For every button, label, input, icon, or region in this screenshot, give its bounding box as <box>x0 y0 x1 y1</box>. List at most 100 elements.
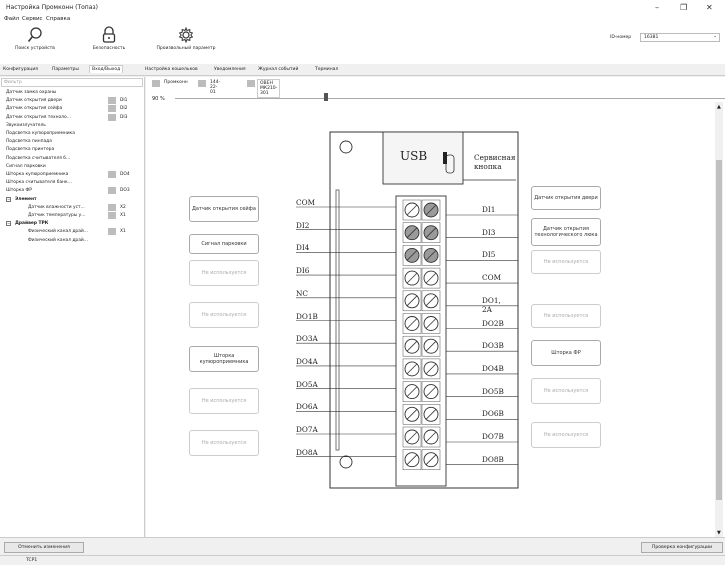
left-assignment-box[interactable]: Не используется <box>189 260 259 286</box>
left-panel: Фильтр Датчик замка охраны Датчик открыти… <box>0 77 145 537</box>
status-bar: TCP1 <box>0 555 725 565</box>
pin-label-right: DO2B <box>482 318 504 328</box>
tree-item[interactable]: Физический канал драй... <box>0 237 143 245</box>
left-assignment-box[interactable]: Не используется <box>189 430 259 456</box>
left-assignment-box[interactable]: Шторка купюроприемника <box>189 346 259 372</box>
id-number-label: ID-номер <box>610 35 632 40</box>
tree-item-label: Физический канал драй... <box>28 237 88 243</box>
right-assignment-box[interactable]: Не используется <box>531 250 601 274</box>
lock-icon <box>102 26 116 43</box>
tree-item[interactable]: Физический канал драй... X1 <box>0 228 143 236</box>
channel-chip <box>108 203 116 211</box>
security-button[interactable]: Безопасность <box>86 26 132 51</box>
zoom-slider[interactable] <box>175 98 725 99</box>
tab-event-log[interactable]: Журнал событий <box>256 66 300 73</box>
pin-label-left: DO1B <box>296 311 318 321</box>
subtab-144-22-01[interactable]: 144-22-01 <box>208 79 222 96</box>
tree-item[interactable]: Шторка ФР DO3 <box>0 187 143 195</box>
tab-notifications[interactable]: Уведомления <box>212 66 248 73</box>
tree-item-label: Подсветка купюроприемника <box>6 131 75 136</box>
tab-wallets[interactable]: Настройка кошельков <box>143 66 200 73</box>
left-assignment-box[interactable]: Не используется <box>189 388 259 414</box>
collapse-icon[interactable]: − <box>6 221 11 227</box>
scrollbar-thumb[interactable] <box>716 160 722 500</box>
tree-item[interactable]: Датчик открытия двери DI1 <box>0 97 143 105</box>
pin-label-right: DO6B <box>482 409 504 419</box>
tree-item[interactable]: Датчик температуры у... X1 <box>0 212 143 220</box>
tree-item-label: Элемент <box>15 196 37 202</box>
tree-item-label: Сигнал парковки <box>6 163 46 169</box>
id-number-select[interactable]: 16381 ⌄ <box>640 33 720 42</box>
pin-label-right: DO8B <box>482 454 504 464</box>
right-assignment-box[interactable]: Шторка ФР <box>531 340 601 366</box>
connection-status: TCP1 <box>26 558 38 563</box>
pin-label-left: DO3A <box>296 334 318 344</box>
tree-item[interactable]: Датчик влажности уст... X2 <box>0 203 143 212</box>
tree-group[interactable]: − Драйвер ТРК <box>0 220 143 228</box>
left-assignment-box[interactable]: Датчик открытия сейфа <box>189 196 259 222</box>
tree-item[interactable]: Сигнал парковки <box>0 163 143 171</box>
tab-terminal[interactable]: Терминал <box>313 66 340 73</box>
toolbar: Поиск устройств Безопасность Произвольны… <box>0 24 725 64</box>
close-button[interactable]: ✕ <box>706 3 713 12</box>
menu-service[interactable]: Сервис <box>22 16 43 22</box>
tree-item[interactable]: Датчик открытия техноло... DI3 <box>0 113 143 122</box>
tree-item-label: Датчик замка охраны <box>6 90 57 95</box>
channel-code: DI1 <box>120 98 128 104</box>
tree-item[interactable]: Подсветка считывателя б... <box>0 155 143 163</box>
search-devices-button[interactable]: Поиск устройств <box>10 26 60 51</box>
usb-label: USB <box>400 149 428 163</box>
channel-chip <box>108 171 116 178</box>
minimize-button[interactable]: – <box>655 3 659 12</box>
right-assignment-box[interactable]: Не используется <box>531 378 601 404</box>
tree-item[interactable]: Подсветка купюроприемника <box>0 130 143 138</box>
tree-group[interactable]: − Элемент <box>0 196 143 204</box>
pin-label-right: DO1, 2A <box>482 295 501 314</box>
collapse-icon[interactable]: − <box>6 196 11 202</box>
tree-item[interactable]: Датчик открытия сейфа DI2 <box>0 105 143 113</box>
channel-code: X2 <box>120 204 126 210</box>
subtab-oven-mk210[interactable]: ОВЕН МК210-301 <box>257 79 281 98</box>
pin-label-left: DO4A <box>296 356 318 366</box>
id-number-value: 16381 <box>644 35 659 40</box>
security-label: Безопасность <box>92 46 126 51</box>
channel-code: X1 <box>120 213 126 218</box>
service-button-label: Сервисная кнопка <box>474 153 516 171</box>
tree-item[interactable]: Датчик замка охраны <box>0 89 143 97</box>
right-assignment-box[interactable]: Не используется <box>531 422 601 448</box>
device-chip <box>247 80 255 87</box>
tab-parameters[interactable]: Параметры <box>50 66 81 73</box>
menu-file[interactable]: Файл <box>4 16 19 22</box>
check-config-button[interactable]: Проверка конфигурации <box>641 542 723 553</box>
right-assignment-box[interactable]: Датчик открытия двери <box>531 186 601 210</box>
tree-item[interactable]: Подсветка принтера <box>0 146 143 154</box>
tree-item-label: Драйвер ТРК <box>15 221 49 227</box>
menu-help[interactable]: Справка <box>46 16 70 22</box>
left-assignment-box[interactable]: Сигнал парковки <box>189 234 259 254</box>
custom-parameter-button[interactable]: Произвольный параметр <box>148 26 224 51</box>
channel-code: X1 <box>120 229 126 235</box>
tree-item[interactable]: Шторка считывателя банк... <box>0 179 143 187</box>
pin-label-left: DI4 <box>296 243 310 253</box>
tab-configuration[interactable]: Конфигурация <box>1 66 40 73</box>
revert-changes-button[interactable]: Отменить изменения <box>4 542 84 553</box>
main-tabs: Конфигурация Параметры Вход/Выход Настро… <box>0 64 725 76</box>
tree-item[interactable]: Подсветка пинпада <box>0 138 143 146</box>
pin-label-left: DO7A <box>296 425 318 434</box>
subtab-promkonn[interactable]: Промконн <box>162 79 190 86</box>
tree-item[interactable]: Шторка купюроприемника DO4 <box>0 171 143 179</box>
scroll-down-icon[interactable]: ▼ <box>717 530 721 536</box>
pin-label-left: DI6 <box>296 266 310 276</box>
right-assignment-box[interactable]: Датчик открытия технологического люка <box>531 218 601 246</box>
tab-input-output[interactable]: Вход/Выход <box>89 65 124 73</box>
device-chip <box>198 80 206 87</box>
maximize-button[interactable]: ❐ <box>680 3 687 12</box>
left-assignment-box[interactable]: Не используется <box>189 302 259 328</box>
right-assignment-box[interactable]: Не используется <box>531 304 601 328</box>
custom-parameter-label: Произвольный параметр <box>156 46 216 51</box>
pin-label-left: DO8A <box>296 447 318 457</box>
scroll-up-icon[interactable]: ▲ <box>717 104 721 110</box>
filter-input[interactable]: Фильтр <box>1 78 143 87</box>
tree-item[interactable]: Звукоизлучатель <box>0 122 143 130</box>
tree-item-label: Подсветка пинпада <box>6 139 52 145</box>
